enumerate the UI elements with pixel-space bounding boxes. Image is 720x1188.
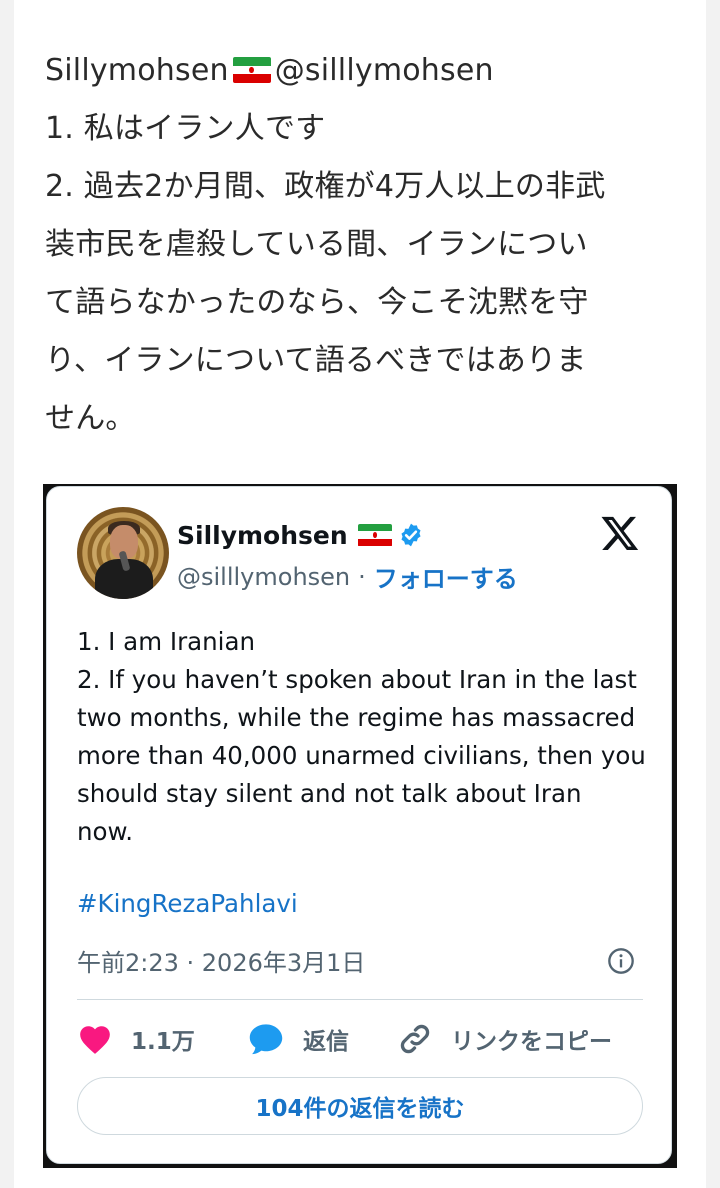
post-author-name: Sillymohsen [45,53,229,88]
heart-icon [80,1026,110,1054]
tweet-actions: 1.1万 返信 リンクをコピー [77,1017,643,1061]
reply-icon [249,1024,283,1055]
divider [77,999,643,1000]
avatar[interactable] [77,507,169,599]
link-icon [400,1024,430,1054]
info-icon[interactable] [607,947,635,975]
tweet-body-line: 1. I am Iranian [77,627,256,656]
post-line: 装市民を虐殺している間、イランについ [45,227,588,262]
post-line: せん。 [45,401,136,436]
tweet-body-line: more than 40,000 unarmed civilians, then… [77,741,646,770]
tweet-timestamp[interactable]: 午前2:23 · 2026年3月1日 [77,943,365,978]
iran-flag-icon [357,523,392,547]
post-line: 1. 私はイラン人です [45,111,326,146]
embedded-tweet-card[interactable]: Sillymohsen @silllymohsen · フォローする 1. I … [46,486,672,1164]
read-replies-button[interactable]: 104件の返信を読む [77,1077,643,1135]
tweet-body-line: should stay silent and not talk about Ir… [77,779,582,808]
hashtag-link[interactable]: #KingRezaPahlavi [77,889,298,918]
like-count: 1.1万 [131,1029,195,1055]
tweet-body-line: now. [77,817,134,846]
post-author-line: Sillymohsen @silllymohsen [45,42,675,100]
like-button[interactable]: 1.1万 [77,1022,247,1056]
tweet-name-row: Sillymohsen [177,517,424,553]
post-line: 2. 過去2か月間、政権が4万人以上の非武 [45,169,606,204]
tweet-author-name[interactable]: Sillymohsen [177,521,348,550]
tweet-body-line: 2. If you haven’t spoken about Iran in t… [77,665,637,694]
copy-link-button[interactable]: リンクをコピー [397,1021,612,1057]
separator-dot: · [358,562,366,591]
post-text: Sillymohsen @silllymohsen 1. 私はイラン人です 2. … [45,42,675,448]
copy-link-label: リンクをコピー [451,1029,612,1055]
tweet-body: 1. I am Iranian 2. If you haven’t spoken… [77,623,657,851]
tweet-handle-row: @silllymohsen · フォローする [177,559,518,594]
follow-button[interactable]: フォローする [374,559,518,594]
iran-flag-icon [232,57,271,83]
reply-label: 返信 [303,1029,349,1055]
post-line: り、イランについて語るべきではありま [45,343,587,378]
post-author-handle: @silllymohsen [274,53,494,88]
post-line: て語らなかったのなら、今こそ沈黙を守 [45,285,589,320]
reply-button[interactable]: 返信 [247,1022,397,1056]
x-logo-icon[interactable] [599,513,641,553]
tweet-author-handle[interactable]: @silllymohsen [177,563,350,591]
tweet-body-line: two months, while the regime has massacr… [77,703,636,732]
embedded-tweet-frame: Sillymohsen @silllymohsen · フォローする 1. I … [43,484,677,1168]
verified-badge-icon [401,523,421,547]
